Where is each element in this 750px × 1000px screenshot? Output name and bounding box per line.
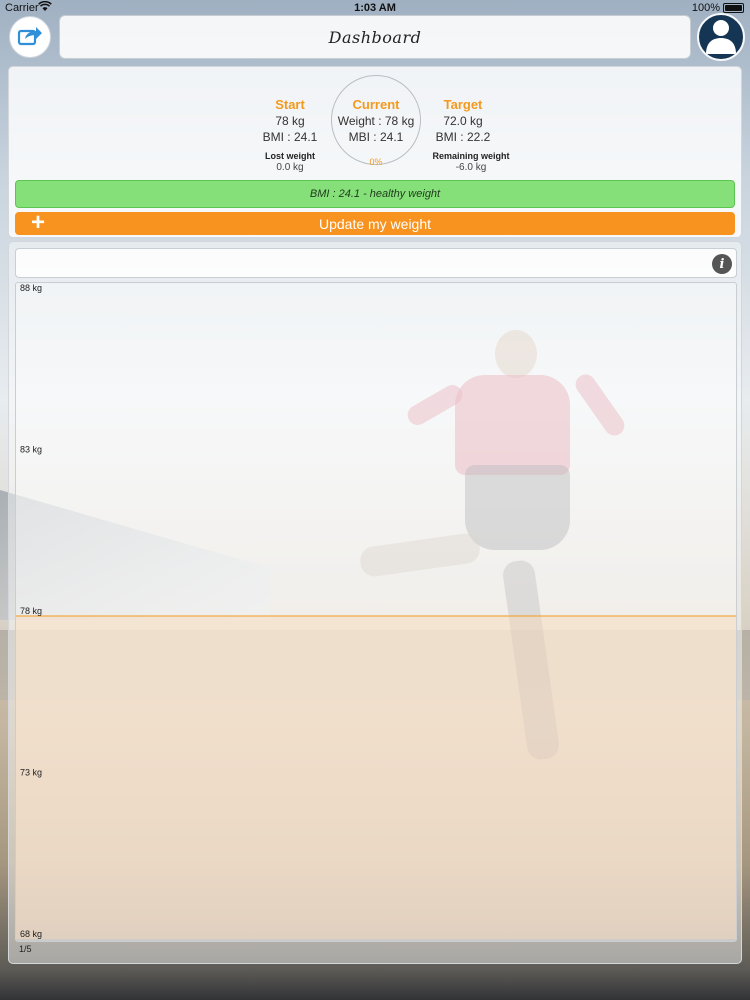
lost-weight-value: 0.0 kg — [276, 162, 304, 173]
weight-chart[interactable]: 88 kg 83 kg 78 kg 73 kg 68 kg — [15, 282, 737, 942]
target-title: Target — [443, 97, 483, 112]
target-stats: Target 72.0 kg BMI : 22.2 — [398, 97, 528, 144]
battery-icon — [723, 3, 744, 13]
remaining-weight-label: Remaining weight — [432, 151, 510, 161]
weight-area — [16, 616, 736, 939]
info-icon: i — [719, 256, 725, 272]
target-bmi: BMI : 22.2 — [435, 130, 491, 144]
page-title: Dashboard — [328, 27, 422, 47]
remaining-weight: Remaining weight -6.0 kg — [406, 151, 536, 173]
share-button[interactable] — [9, 16, 51, 58]
remaining-weight-value: -6.0 kg — [455, 162, 487, 173]
info-button[interactable]: i — [712, 254, 732, 274]
title-bar: Dashboard — [59, 15, 691, 59]
lost-weight-label: Lost weight — [265, 151, 315, 161]
bmi-status-text: BMI : 24.1 - healthy weight — [309, 188, 441, 200]
update-weight-label: Update my weight — [318, 215, 432, 232]
chart-page-indicator: 1/5 — [19, 944, 32, 954]
target-weight: 72.0 kg — [443, 114, 483, 128]
y-tick-label: 68 kg — [20, 929, 42, 939]
bmi-status-bar: BMI : 24.1 - healthy weight — [15, 180, 735, 208]
y-tick-label: 83 kg — [20, 445, 42, 455]
battery-percent: 100% — [691, 2, 720, 14]
profile-button[interactable] — [697, 13, 745, 61]
clock: 1:03 AM — [354, 2, 396, 14]
y-tick-label: 88 kg — [20, 283, 42, 293]
lost-weight: Lost weight 0.0 kg — [225, 151, 355, 173]
y-tick-label: 73 kg — [20, 768, 42, 778]
plus-icon: + — [31, 209, 46, 236]
update-weight-button[interactable]: + Update my weight — [15, 209, 735, 236]
status-bar: Carrier 1:03 AM 100% — [0, 0, 750, 16]
chart-header: i — [15, 248, 737, 278]
summary-panel: Start 78 kg BMI : 24.1 Current Weight : … — [8, 66, 742, 238]
weight-chart-svg: 88 kg 83 kg 78 kg 73 kg 68 kg — [16, 283, 736, 939]
chart-panel: i 88 kg 83 kg 78 kg 73 kg 68 kg 1/5 — [8, 241, 742, 964]
y-tick-label: 78 kg — [20, 606, 42, 616]
user-icon — [701, 15, 741, 59]
share-icon — [17, 24, 43, 51]
